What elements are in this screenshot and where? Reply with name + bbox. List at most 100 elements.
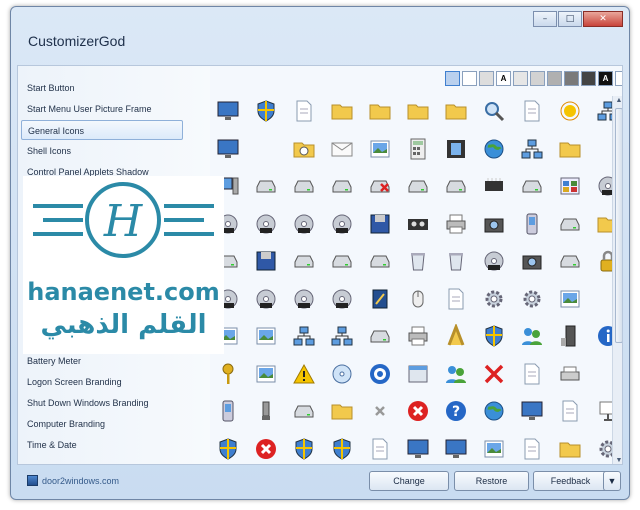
error-icon[interactable] xyxy=(254,437,278,461)
sidebar-item[interactable]: Time & Date xyxy=(21,435,183,455)
trash-icon[interactable] xyxy=(406,249,430,273)
folder-icon[interactable] xyxy=(444,99,468,123)
style-swatch[interactable] xyxy=(530,71,545,86)
dvd-icon[interactable] xyxy=(482,249,506,273)
phone-icon[interactable] xyxy=(216,399,240,423)
document-icon[interactable] xyxy=(520,362,544,386)
calculator-icon[interactable] xyxy=(406,137,430,161)
vertical-scrollbar[interactable]: ▲ ▼ xyxy=(612,96,622,464)
style-swatch[interactable]: A xyxy=(496,71,511,86)
style-swatch[interactable] xyxy=(445,71,460,86)
dvd-icon[interactable] xyxy=(254,212,278,236)
disk-icon[interactable] xyxy=(254,249,278,273)
drive-x-icon[interactable] xyxy=(368,174,392,198)
shield-icon[interactable] xyxy=(254,99,278,123)
sidebar-item[interactable]: Shut Down Windows Branding xyxy=(21,393,183,413)
users-icon[interactable] xyxy=(520,324,544,348)
trash-icon[interactable] xyxy=(444,249,468,273)
phone-icon[interactable] xyxy=(520,212,544,236)
disc-icon[interactable] xyxy=(330,362,354,386)
drive-icon[interactable] xyxy=(292,399,316,423)
info-icon[interactable] xyxy=(596,324,612,348)
tape-icon[interactable] xyxy=(406,212,430,236)
sidebar-item[interactable]: Shell Icons xyxy=(21,141,183,161)
style-swatch[interactable] xyxy=(581,71,596,86)
style-swatch[interactable] xyxy=(564,71,579,86)
image-icon[interactable] xyxy=(558,287,582,311)
drive-icon[interactable] xyxy=(444,174,468,198)
sun-icon[interactable] xyxy=(558,99,582,123)
dvd-icon[interactable] xyxy=(596,174,612,198)
search-icon[interactable] xyxy=(482,99,506,123)
image-icon[interactable] xyxy=(254,362,278,386)
x-small-icon[interactable] xyxy=(368,399,392,423)
style-swatch[interactable] xyxy=(547,71,562,86)
close-button[interactable]: ✕ xyxy=(583,11,623,27)
network-icon[interactable] xyxy=(596,99,612,123)
shield-icon[interactable] xyxy=(330,437,354,461)
control-panel-icon[interactable] xyxy=(558,174,582,198)
dvd-icon[interactable] xyxy=(330,287,354,311)
dvd-icon[interactable] xyxy=(330,212,354,236)
folder-icon[interactable] xyxy=(406,99,430,123)
scanner-icon[interactable] xyxy=(558,362,582,386)
help-icon[interactable]: ? xyxy=(444,399,468,423)
drive-icon[interactable] xyxy=(292,249,316,273)
camera-icon[interactable] xyxy=(482,212,506,236)
folder-icon[interactable] xyxy=(558,437,582,461)
drive-icon[interactable] xyxy=(558,249,582,273)
globe-icon[interactable] xyxy=(482,399,506,423)
style-swatch[interactable] xyxy=(615,71,622,86)
image-icon[interactable] xyxy=(254,324,278,348)
document-icon[interactable] xyxy=(292,99,316,123)
image-icon[interactable] xyxy=(482,437,506,461)
search-folder-icon[interactable] xyxy=(292,137,316,161)
drive-icon[interactable] xyxy=(558,212,582,236)
sidebar-item[interactable]: Computer Branding xyxy=(21,414,183,434)
chip-icon[interactable] xyxy=(482,174,506,198)
dvd-icon[interactable] xyxy=(292,212,316,236)
monitor-icon[interactable] xyxy=(444,437,468,461)
book-icon[interactable] xyxy=(368,287,392,311)
document-icon[interactable] xyxy=(368,437,392,461)
mouse-icon[interactable] xyxy=(406,287,430,311)
monitor-icon[interactable] xyxy=(520,399,544,423)
document-icon[interactable] xyxy=(520,99,544,123)
gear-icon[interactable] xyxy=(596,437,612,461)
key-icon[interactable] xyxy=(216,362,240,386)
warning-icon[interactable] xyxy=(292,362,316,386)
drive-icon[interactable] xyxy=(368,249,392,273)
dvd-icon[interactable] xyxy=(254,287,278,311)
users-icon[interactable] xyxy=(444,362,468,386)
maximize-button[interactable]: □ xyxy=(558,11,582,27)
monitor-icon[interactable] xyxy=(406,437,430,461)
folder-icon[interactable] xyxy=(330,99,354,123)
restore-button[interactable]: Restore xyxy=(454,471,529,491)
shield-icon[interactable] xyxy=(292,437,316,461)
drive-icon[interactable] xyxy=(292,174,316,198)
gear-icon[interactable] xyxy=(520,287,544,311)
accessibility-icon[interactable] xyxy=(368,362,392,386)
network-icon[interactable] xyxy=(330,324,354,348)
sidebar-item[interactable]: Logon Screen Branding xyxy=(21,372,183,392)
document-icon[interactable] xyxy=(444,287,468,311)
sidebar-item[interactable]: Start Menu User Picture Frame xyxy=(21,99,183,119)
scroll-down-icon[interactable]: ▼ xyxy=(614,456,622,464)
globe-icon[interactable] xyxy=(482,137,506,161)
drive-icon[interactable] xyxy=(406,174,430,198)
printer-icon[interactable] xyxy=(444,212,468,236)
film-icon[interactable] xyxy=(444,137,468,161)
folder-icon[interactable] xyxy=(596,212,612,236)
folder-icon[interactable] xyxy=(558,137,582,161)
minimize-button[interactable]: – xyxy=(533,11,557,27)
drive-icon[interactable] xyxy=(520,174,544,198)
usb-icon[interactable] xyxy=(254,399,278,423)
feedback-menu-button[interactable]: ▼ xyxy=(603,471,621,491)
feedback-button[interactable]: Feedback xyxy=(533,471,608,491)
shield-icon[interactable] xyxy=(482,324,506,348)
document-icon[interactable] xyxy=(520,437,544,461)
server-icon[interactable] xyxy=(558,324,582,348)
style-swatch[interactable] xyxy=(462,71,477,86)
network-icon[interactable] xyxy=(520,137,544,161)
printer-icon[interactable] xyxy=(406,324,430,348)
